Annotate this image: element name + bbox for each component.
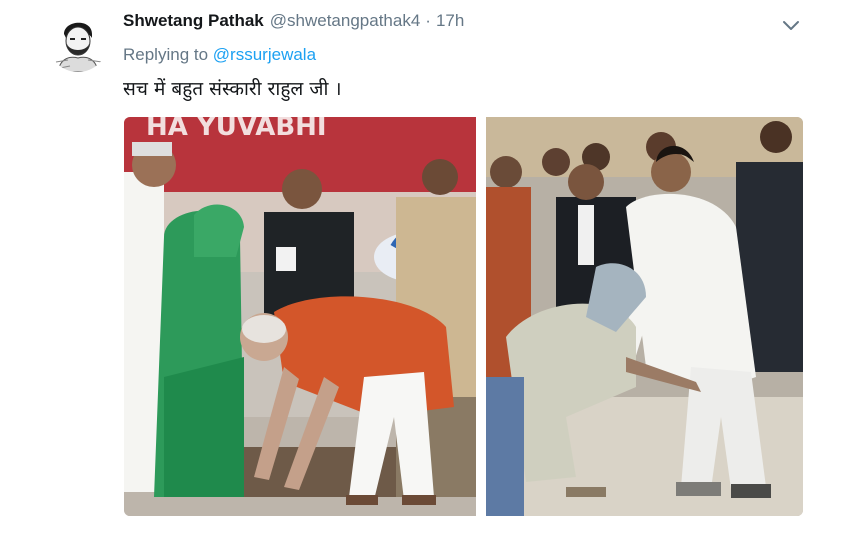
user-handle[interactable]: @shwetangpathak4 bbox=[270, 11, 421, 31]
reply-mention-link[interactable]: @rssurjewala bbox=[213, 45, 316, 64]
photo-right[interactable] bbox=[486, 117, 803, 516]
separator-dot: · bbox=[425, 11, 431, 30]
photo-left[interactable]: HA YUVABHI bbox=[124, 117, 476, 516]
chevron-down-icon[interactable] bbox=[780, 14, 802, 36]
display-name[interactable]: Shwetang Pathak bbox=[123, 11, 264, 31]
timestamp[interactable]: 17h bbox=[436, 11, 464, 31]
banner-text: HA YUVABHI bbox=[146, 117, 327, 142]
avatar-image bbox=[48, 12, 108, 72]
media-container: HA YUVABHI bbox=[124, 117, 803, 516]
replying-label: Replying to bbox=[123, 45, 209, 64]
tweet-header: Shwetang Pathak @shwetangpathak4 · 17h bbox=[123, 11, 464, 37]
avatar[interactable] bbox=[48, 12, 108, 72]
replying-to: Replying to @rssurjewala bbox=[123, 45, 316, 65]
tweet: Shwetang Pathak @shwetangpathak4 · 17h R… bbox=[0, 0, 850, 533]
tweet-text: सच में बहुत संस्कारी राहुल जी । bbox=[123, 78, 342, 100]
